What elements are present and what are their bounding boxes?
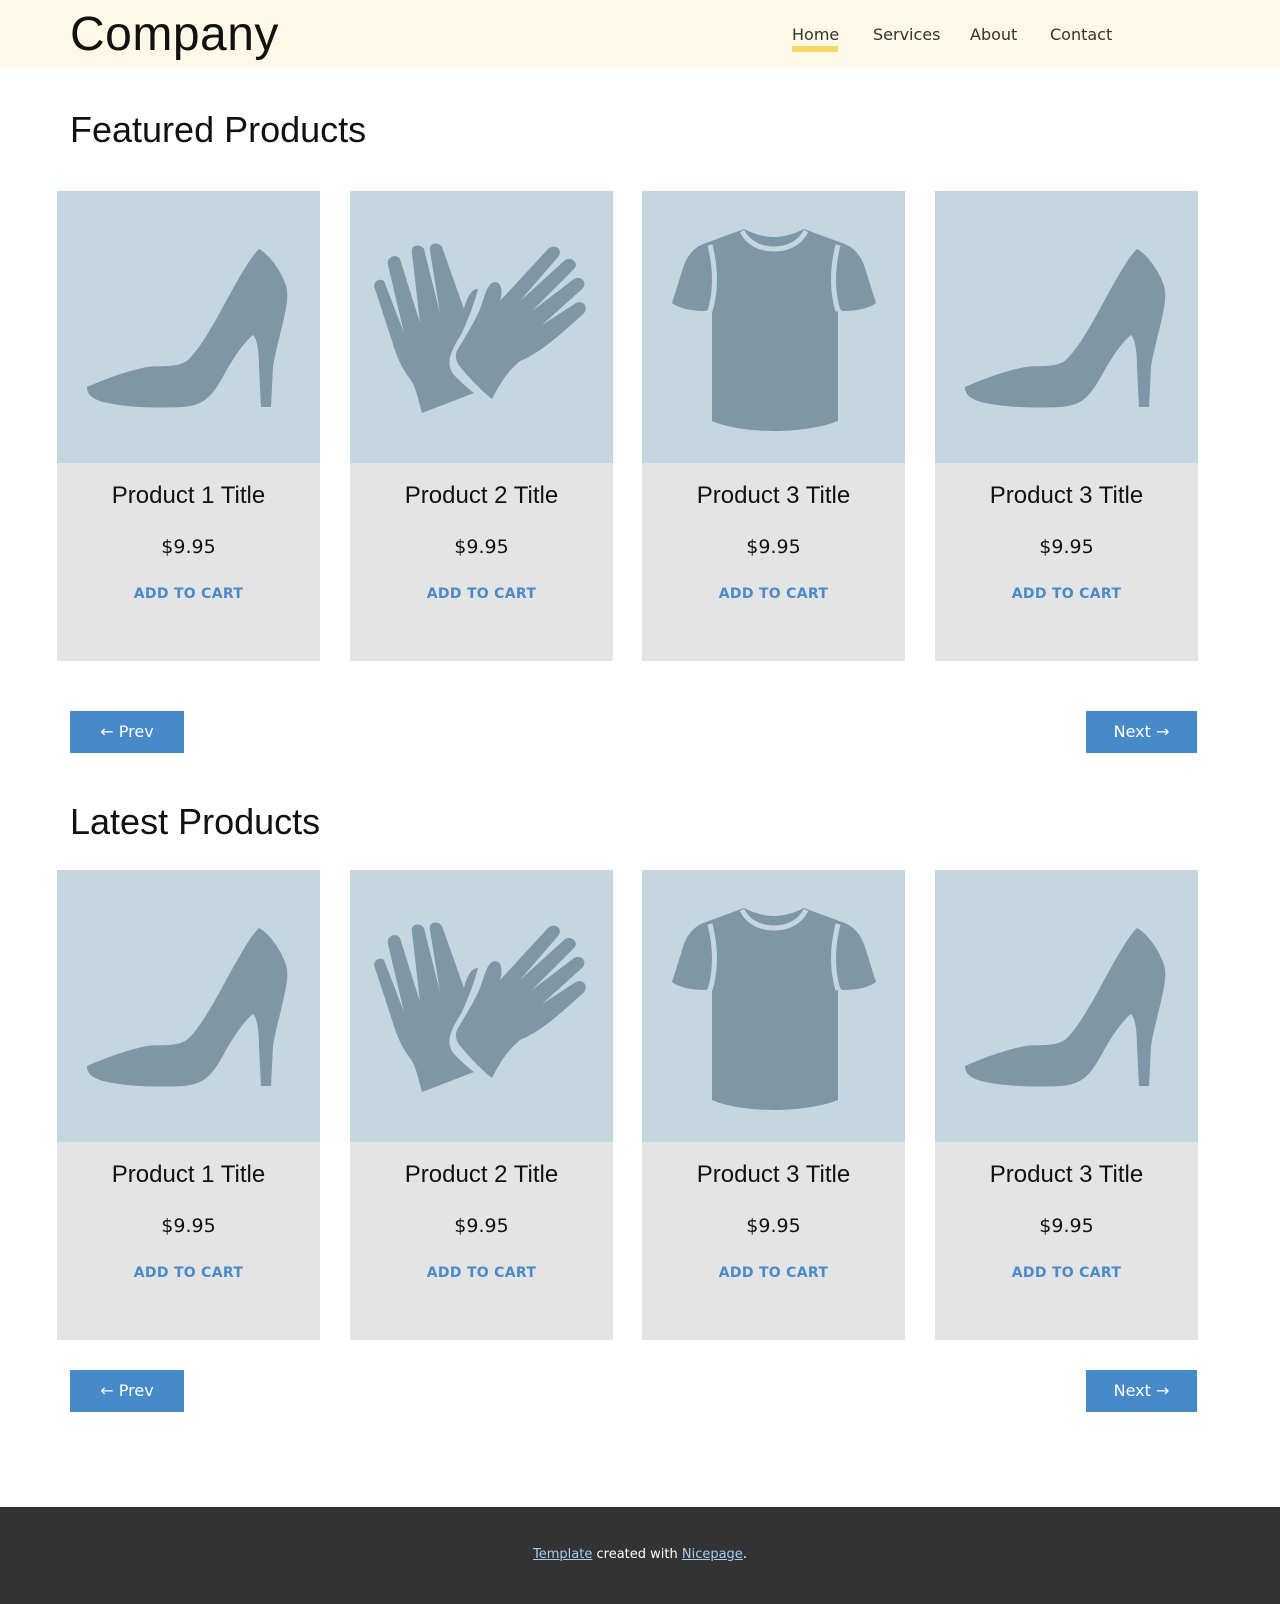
add-to-cart-button[interactable]: ADD TO CART [935,585,1198,603]
product-card: Product 3 Title $9.95 ADD TO CART [935,191,1198,661]
product-card: Product 3 Title $9.95 ADD TO CART [642,191,905,661]
product-title[interactable]: Product 3 Title [642,1160,905,1190]
product-title[interactable]: Product 1 Title [57,1160,320,1190]
site-header: Company Home Services About Contact [0,0,1280,68]
add-to-cart-button[interactable]: ADD TO CART [642,1264,905,1282]
product-price: $9.95 [161,1215,216,1237]
nav-item-label: Contact [1050,25,1113,44]
featured-prev-button[interactable]: ← Prev [70,711,184,753]
add-to-cart-button[interactable]: ADD TO CART [57,1264,320,1282]
tshirt-icon[interactable] [642,191,905,463]
product-price: $9.95 [1039,536,1094,558]
latest-next-button[interactable]: Next → [1086,1370,1197,1412]
add-to-cart-button[interactable]: ADD TO CART [935,1264,1198,1282]
product-price: $9.95 [161,536,216,558]
product-title[interactable]: Product 2 Title [350,1160,613,1190]
product-title[interactable]: Product 1 Title [57,481,320,511]
product-price: $9.95 [454,536,509,558]
product-card: Product 3 Title $9.95 ADD TO CART [642,870,905,1340]
product-price: $9.95 [1039,1215,1094,1237]
latest-products-heading: Latest Products [70,801,321,842]
nav-item-services[interactable]: Services [873,24,940,46]
nav-item-contact[interactable]: Contact [1050,24,1113,46]
product-price: $9.95 [746,536,801,558]
product-title[interactable]: Product 3 Title [642,481,905,511]
footer-text-end: . [742,1547,747,1562]
latest-prev-button[interactable]: ← Prev [70,1370,184,1412]
product-card: Product 3 Title $9.95 ADD TO CART [935,870,1198,1340]
product-price: $9.95 [454,1215,509,1237]
product-title[interactable]: Product 3 Title [935,1160,1198,1190]
nav-item-about[interactable]: About [970,24,1018,46]
tshirt-icon[interactable] [642,870,905,1142]
gloves-icon[interactable] [350,191,613,463]
nav-item-home[interactable]: Home [792,24,840,52]
product-title[interactable]: Product 3 Title [935,481,1198,511]
add-to-cart-button[interactable]: ADD TO CART [350,585,613,603]
footer-credit: Template created with Nicepage. [0,1546,1280,1564]
active-nav-underline [792,46,838,52]
footer-text: created with [592,1547,682,1562]
high-heel-shoe-icon[interactable] [57,870,320,1142]
main-nav: Home Services About Contact [0,24,1280,54]
product-card: Product 2 Title $9.95 ADD TO CART [350,870,613,1340]
add-to-cart-button[interactable]: ADD TO CART [642,585,905,603]
high-heel-shoe-icon[interactable] [935,870,1198,1142]
featured-next-button[interactable]: Next → [1086,711,1197,753]
nicepage-link[interactable]: Nicepage [682,1547,743,1562]
site-footer: Template created with Nicepage. [0,1507,1280,1604]
template-link[interactable]: Template [533,1547,592,1562]
product-title[interactable]: Product 2 Title [350,481,613,511]
product-card: Product 2 Title $9.95 ADD TO CART [350,191,613,661]
product-card: Product 1 Title $9.95 ADD TO CART [57,870,320,1340]
nav-item-label: About [970,25,1018,44]
gloves-icon[interactable] [350,870,613,1142]
high-heel-shoe-icon[interactable] [935,191,1198,463]
high-heel-shoe-icon[interactable] [57,191,320,463]
add-to-cart-button[interactable]: ADD TO CART [350,1264,613,1282]
product-card: Product 1 Title $9.95 ADD TO CART [57,191,320,661]
nav-item-label: Home [792,25,840,44]
featured-products-heading: Featured Products [70,109,367,150]
nav-item-label: Services [873,25,941,44]
add-to-cart-button[interactable]: ADD TO CART [57,585,320,603]
product-price: $9.95 [746,1215,801,1237]
